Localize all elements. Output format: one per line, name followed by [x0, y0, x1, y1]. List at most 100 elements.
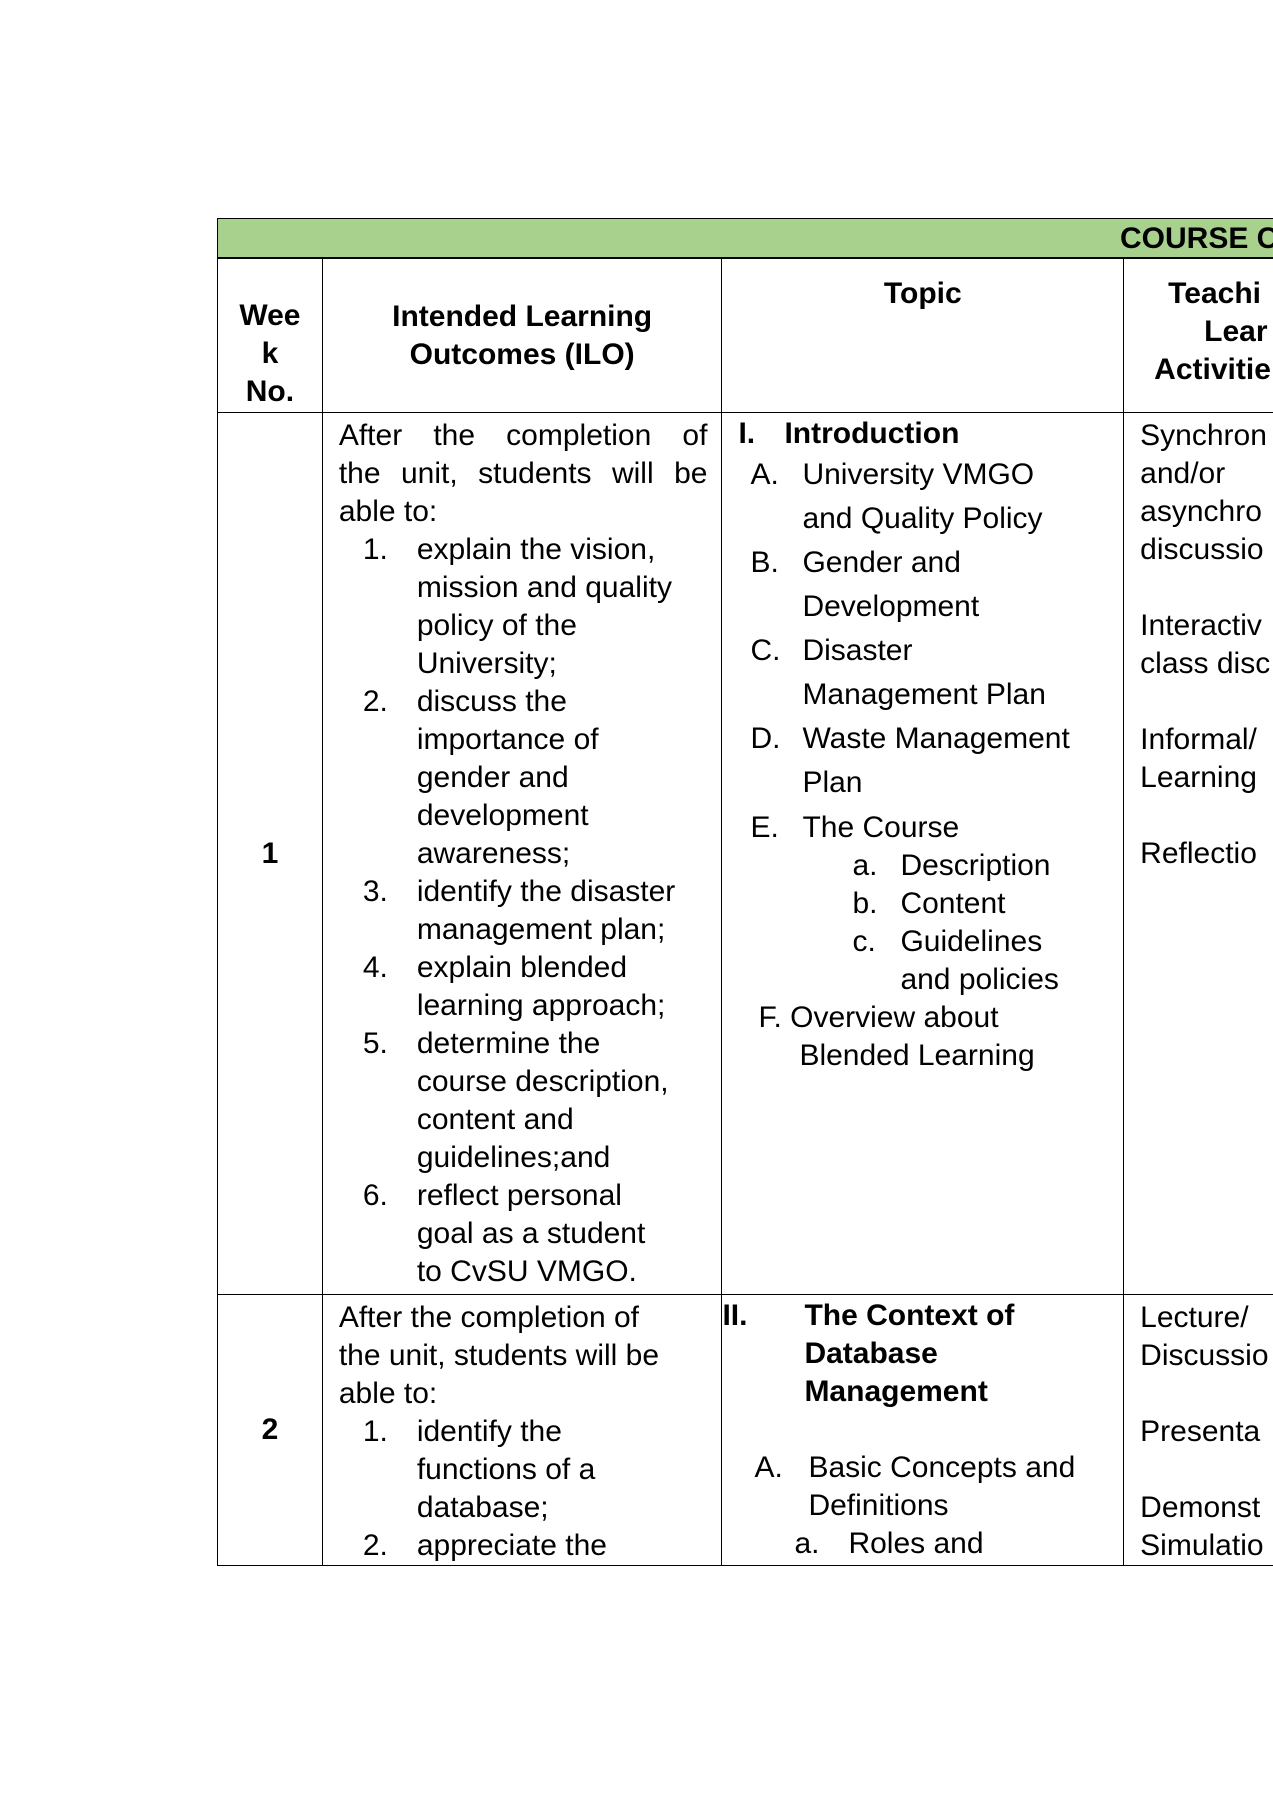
table-row: 1 After the completion of the unit, stud… — [217, 412, 1273, 1295]
list-line: University VMGO — [802, 458, 1035, 491]
ilo-cell: After the completion of the unit, studen… — [321, 412, 723, 1295]
list-line: Development — [802, 590, 980, 623]
ilo-intro-line: the unit, students will be — [338, 1339, 660, 1372]
list-line: goal as a student — [416, 1217, 646, 1250]
list-number: 6. — [362, 1179, 388, 1212]
header-ilo: Intended Learning Outcomes (ILO) — [321, 258, 723, 413]
list-item: C. Disaster Management Plan — [738, 629, 1117, 717]
list-line: Plan — [802, 766, 863, 799]
list-line: learning approach; — [416, 989, 666, 1022]
tla-line: Reflectio — [1140, 837, 1257, 870]
list-line: and Quality Policy — [802, 502, 1043, 535]
list-letter: A. — [754, 1451, 783, 1484]
header-week-line: No. — [245, 374, 295, 408]
list-letter: c. — [852, 925, 876, 958]
list-line: Blended Learning — [799, 1039, 1035, 1072]
list-item: 2. discuss the importance of gender and … — [339, 683, 708, 873]
list-item: 2. appreciate the — [339, 1527, 708, 1565]
tla-line: Synchron — [1140, 419, 1267, 452]
ilo-intro-line: able to: — [338, 495, 438, 528]
list-line: determine the — [416, 1027, 601, 1060]
list-letter: b. — [852, 887, 878, 920]
tla-cell: Lecture/ Discussio Presenta Demonst Simu… — [1123, 1294, 1273, 1566]
course-table: Wee k No. Intended Learning Outcomes (IL… — [217, 258, 1273, 1566]
ilo-intro-line: the unit, students will be — [338, 457, 708, 490]
header-topic: Topic — [721, 258, 1125, 413]
topic-heading: II. The Context of Database Management — [723, 1297, 1117, 1411]
list-line: Basic Concepts and — [808, 1451, 1076, 1484]
tla-line: Presenta — [1140, 1415, 1261, 1448]
list-letter: E. — [750, 811, 779, 844]
list-item: a. Description — [738, 847, 1117, 885]
list-number: 2. — [362, 685, 388, 718]
tla-gap — [1140, 569, 1273, 607]
header-week-line: Wee — [239, 298, 301, 332]
tla-line: Lecture/ — [1140, 1301, 1249, 1334]
ilo-intro-line: After the completion of — [338, 1301, 639, 1334]
list-line: and policies — [900, 963, 1059, 996]
header-topic-label: Topic — [883, 277, 962, 310]
tla-line: Interactiv — [1140, 609, 1262, 642]
list-number: 1. — [362, 1415, 388, 1448]
list-letter: a. — [852, 849, 878, 882]
list-line: functions of a — [416, 1453, 596, 1486]
list-item: 6. reflect personal goal as a student to… — [339, 1177, 708, 1291]
topic-heading-text: Introduction — [784, 417, 960, 450]
list-line: to CvSU VMGO. — [416, 1255, 637, 1288]
list-line: F. Overview about — [758, 1001, 999, 1034]
list-item: 1. explain the vision, mission and quali… — [339, 531, 708, 683]
list-item: c. Guidelines and policies — [738, 923, 1117, 999]
header-ilo-line: Outcomes (ILO) — [409, 337, 635, 371]
tla-line: Discussio — [1140, 1339, 1269, 1372]
week-number: 2 — [217, 1294, 323, 1566]
header-tla-line: Activitie — [1154, 353, 1271, 386]
list-line: identify the — [416, 1415, 562, 1448]
topic-heading-line: Management — [804, 1375, 988, 1408]
tla-line: Informal/ — [1140, 723, 1257, 756]
list-line: development — [416, 799, 589, 832]
list-line: importance of — [416, 723, 599, 756]
topic-heading-line: Database — [804, 1337, 938, 1370]
ilo-cell: After the completion of the unit, studen… — [321, 1294, 723, 1566]
topic-f: F. Overview about Blended Learning — [738, 999, 1117, 1075]
list-item: 3. identify the disaster management plan… — [339, 873, 708, 949]
tla-gap — [1140, 1451, 1273, 1489]
list-item: a. Roles and — [723, 1525, 1117, 1563]
tla-line: discussio — [1140, 533, 1264, 566]
topic-heading: I. Introduction — [738, 415, 1117, 453]
tla-line: class disc — [1140, 647, 1271, 680]
list-line: Management Plan — [802, 678, 1046, 711]
header-row: Wee k No. Intended Learning Outcomes (IL… — [217, 258, 1273, 413]
tla-line: Simulatio — [1140, 1529, 1264, 1562]
list-line: appreciate the — [416, 1529, 607, 1562]
list-item: E. The Course — [738, 809, 1117, 847]
list-item: A. University VMGO and Quality Policy — [738, 453, 1117, 541]
list-line: database; — [416, 1491, 549, 1524]
list-line: Waste Management — [802, 722, 1070, 755]
ilo-intro-line: After the completion of — [338, 419, 708, 452]
tla-gap — [1140, 797, 1273, 835]
header-teaching-learning-activities: Teachi Lear Activitie — [1123, 258, 1273, 413]
tla-gap — [1140, 1375, 1273, 1413]
list-line: Gender and — [802, 546, 961, 579]
ilo-list: 1. identify the functions of a database;… — [339, 1413, 708, 1565]
list-line: course description, — [416, 1065, 669, 1098]
list-line: reflect personal — [416, 1179, 622, 1212]
topic-gap — [723, 1411, 1117, 1449]
list-number: 1. — [362, 533, 388, 566]
list-line: policy of the — [416, 609, 577, 642]
tla-cell: Synchron and/or asynchro discussio Inter… — [1123, 412, 1273, 1295]
header-week-line: k — [261, 336, 279, 370]
list-letter: D. — [750, 722, 781, 755]
header-ilo-line: Intended Learning — [392, 299, 653, 333]
list-letter: C. — [750, 634, 781, 667]
list-line: Definitions — [808, 1489, 949, 1522]
list-line: mission and quality — [416, 571, 672, 604]
list-line: Roles and — [848, 1527, 984, 1560]
tla-line: and/or — [1140, 457, 1226, 490]
list-line: Guidelines — [900, 925, 1043, 958]
ilo-intro-line: able to: — [338, 1377, 438, 1410]
header-week: Wee k No. — [217, 258, 323, 413]
ilo-list: 1. explain the vision, mission and quali… — [339, 531, 708, 1291]
list-item: A. Basic Concepts and Definitions — [723, 1449, 1117, 1525]
